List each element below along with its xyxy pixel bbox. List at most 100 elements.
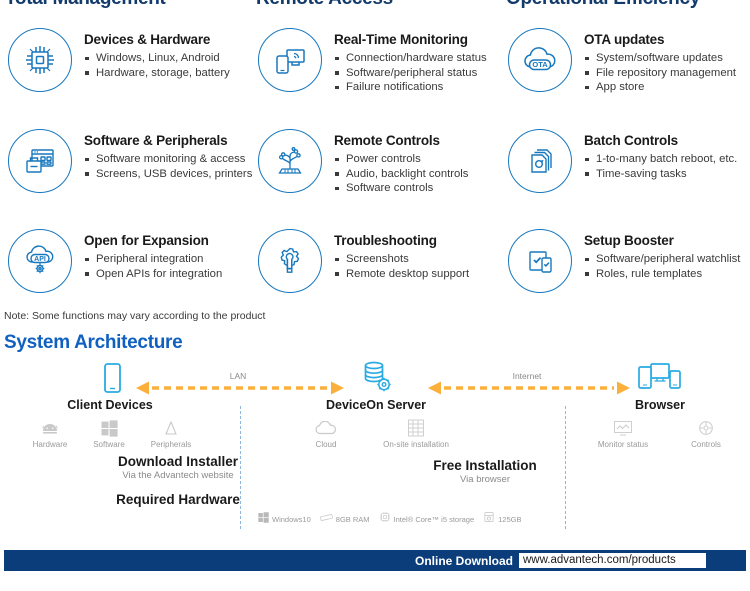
feature-text: Batch Controls 1-to-many batch reboot, e… (584, 125, 737, 181)
requirement-windows10: Windows10 (258, 510, 311, 528)
system-architecture-title: System Architecture (4, 332, 183, 353)
batch-documents-icon (508, 129, 572, 193)
sub-icon-caption: Hardware (32, 440, 68, 449)
feature-item: Time-saving tasks (584, 167, 737, 182)
storage-icon (483, 510, 495, 528)
sub-icon-monitor-status: Monitor status (588, 418, 658, 449)
feature-item: Windows, Linux, Android (84, 51, 230, 66)
sub-icon-caption: Peripherals (150, 440, 192, 449)
online-download-label: Online Download (415, 553, 513, 568)
controls-icon (676, 418, 736, 438)
chip-icon (8, 28, 72, 92)
download-url[interactable]: www.advantech.com/products (519, 553, 706, 568)
feature-card-software-peripherals: Software & Peripherals Software monitori… (0, 125, 252, 225)
feature-card-remote-controls: Remote Controls Power controls Audio, ba… (250, 125, 500, 225)
feature-text: Setup Booster Software/peripheral watchl… (584, 225, 740, 281)
node-label-deviceon-server: DeviceOn Server (325, 398, 427, 412)
feature-item: App store (584, 80, 736, 95)
feature-title: Devices & Hardware (84, 32, 211, 47)
column-header-remote-access: Remote Access (256, 0, 393, 10)
feature-card-troubleshooting: Troubleshooting Screenshots Remote deskt… (250, 225, 500, 325)
sub-icon-caption: Monitor status (597, 440, 649, 449)
feature-title: Software & Peripherals (84, 133, 228, 148)
sub-icon-hardware: Hardware (22, 418, 78, 449)
windows-icon (81, 418, 137, 438)
install-title: Free Installation (433, 458, 537, 473)
feature-item: 1-to-many batch reboot, etc. (584, 152, 737, 167)
feature-item: Software/peripheral watchlist (584, 252, 740, 267)
architecture-diagram: LAN Internet Client Devices Hardware Sof… (0, 358, 750, 538)
sub-icon-caption: On-site installation (383, 440, 449, 449)
feature-text: OTA updates System/software updates File… (584, 24, 736, 95)
android-icon (22, 418, 78, 438)
feature-title: Troubleshooting (334, 233, 437, 248)
svg-text:OTA: OTA (532, 60, 548, 69)
online-download-bar: Online Download www.advantech.com/produc… (4, 550, 746, 571)
install-subtitle: Via browser (460, 474, 510, 485)
requirement-caption: 125GB (498, 514, 522, 524)
feature-item: Software controls (334, 181, 468, 196)
requirement-cpu: Intel® Core™ i5 storage (379, 510, 475, 528)
peripherals-icon (140, 418, 202, 438)
sub-icon-controls: Controls (676, 418, 736, 449)
node-label-browser: Browser (634, 398, 686, 412)
feature-card-real-time-monitoring: Real-Time Monitoring Connection/hardware… (250, 24, 500, 125)
windows-icon (258, 510, 269, 528)
requirement-storage: 125GB (483, 510, 521, 528)
feature-card-setup-booster: Setup Booster Software/peripheral watchl… (500, 225, 750, 325)
feature-item: Power controls (334, 152, 468, 167)
monitoring-devices-icon (258, 28, 322, 92)
feature-card-batch-controls: Batch Controls 1-to-many batch reboot, e… (500, 125, 750, 225)
feature-item: File repository management (584, 66, 736, 81)
feature-text: Software & Peripherals Software monitori… (84, 125, 252, 181)
feature-row: Devices & Hardware Windows, Linux, Andro… (0, 24, 750, 125)
sub-icon-caption: Controls (691, 440, 721, 449)
product-note: Note: Some functions may vary according … (4, 310, 266, 322)
required-hardware-title: Required Hardware (116, 492, 240, 507)
node-label-client-devices: Client Devices (67, 398, 153, 412)
feature-text: Real-Time Monitoring Connection/hardware… (334, 24, 487, 95)
database-gear-icon (360, 360, 394, 401)
feature-title: Setup Booster (584, 233, 674, 248)
feature-item: Software monitoring & access (84, 152, 252, 167)
feature-item: Audio, backlight controls (334, 167, 468, 182)
feature-card-ota-updates: OTA OTA updates System/software updates … (500, 24, 750, 125)
feature-row: Software & Peripherals Software monitori… (0, 125, 750, 225)
feature-title: OTA updates (584, 32, 665, 47)
setup-checklist-icon (508, 229, 572, 293)
server-sub-icons: Cloud On-site installation (300, 418, 458, 449)
tablet-icon (98, 362, 126, 401)
cloud-icon (300, 418, 352, 438)
feature-title: Real-Time Monitoring (334, 32, 468, 47)
sub-icon-cloud: Cloud (300, 418, 352, 449)
feature-title: Batch Controls (584, 133, 678, 148)
client-sub-icons: Hardware Software Peripherals (22, 418, 202, 449)
browser-sub-icons: Monitor status Controls (588, 418, 736, 449)
column-headers: Total Management Remote Access Operation… (0, 0, 750, 14)
cpu-icon (379, 510, 391, 528)
feature-item: Screenshots (334, 252, 469, 267)
feature-grid: Devices & Hardware Windows, Linux, Andro… (0, 24, 750, 325)
requirement-caption: 8GB RAM (335, 514, 370, 524)
remote-controls-circuit-icon (258, 129, 322, 193)
feature-card-devices-hardware: Devices & Hardware Windows, Linux, Andro… (0, 24, 250, 125)
feature-item: Peripheral integration (84, 252, 222, 267)
feature-item: Connection/hardware status (334, 51, 487, 66)
ram-icon (319, 510, 333, 528)
feature-title: Remote Controls (334, 133, 440, 148)
required-hardware-row: Windows10 8GB RAM Intel® Core™ i5 storag… (258, 510, 521, 528)
requirement-caption: Intel® Core™ i5 storage (393, 514, 475, 524)
server-rack-icon (374, 418, 458, 438)
feature-text: Devices & Hardware Windows, Linux, Andro… (84, 24, 230, 80)
feature-item: Roles, rule templates (584, 267, 740, 282)
svg-text:API: API (34, 256, 46, 263)
feature-text: Remote Controls Power controls Audio, ba… (334, 125, 468, 196)
feature-item: Failure notifications (334, 80, 487, 95)
sub-icon-software: Software (81, 418, 137, 449)
sub-icon-caption: Cloud (315, 440, 337, 449)
sub-icon-caption: Software (93, 440, 125, 449)
gear-wrench-icon (258, 229, 322, 293)
browser-install-block: Free Installation Via browser (110, 458, 750, 485)
multi-device-icon (637, 362, 683, 399)
requirement-caption: Windows10 (272, 514, 311, 524)
